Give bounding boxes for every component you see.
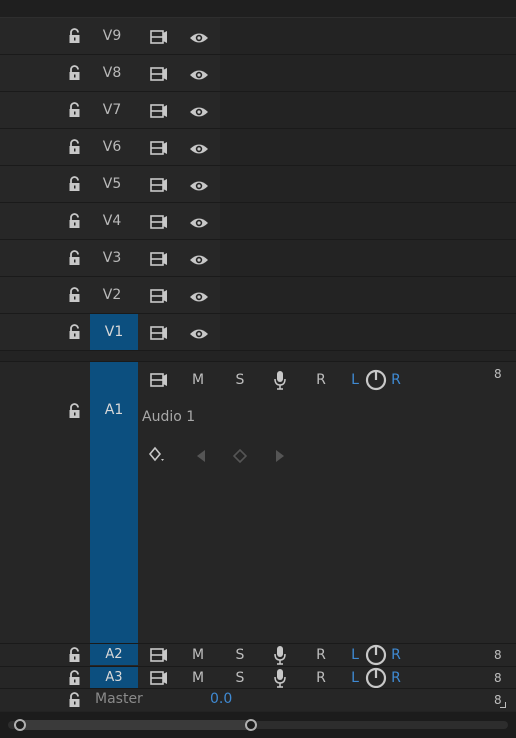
eye-icon[interactable] xyxy=(189,215,209,234)
track-name[interactable]: V2 xyxy=(88,277,136,313)
track-name[interactable]: V9 xyxy=(88,18,136,54)
track-name-selected[interactable]: A3 xyxy=(90,667,138,688)
eye-icon[interactable] xyxy=(189,326,209,345)
keyframe-icon[interactable] xyxy=(232,448,248,467)
eye-icon[interactable] xyxy=(189,104,209,123)
record-button[interactable]: R xyxy=(313,670,329,686)
sync-lock-icon[interactable] xyxy=(150,140,168,159)
eye-icon[interactable] xyxy=(189,141,209,160)
pan-knob-icon[interactable] xyxy=(365,369,387,395)
video-track-v7[interactable]: V7 xyxy=(0,92,516,129)
record-button[interactable]: R xyxy=(313,372,329,388)
lock-icon[interactable] xyxy=(68,28,82,44)
sync-lock-icon[interactable] xyxy=(150,66,168,85)
mute-button[interactable]: M xyxy=(190,647,206,663)
sync-lock-icon[interactable] xyxy=(150,647,168,666)
track-name[interactable]: V5 xyxy=(88,166,136,202)
track-name-selected[interactable]: V1 xyxy=(90,314,138,350)
eye-icon[interactable] xyxy=(189,67,209,86)
zoom-scrollbar[interactable] xyxy=(0,712,516,738)
track-name[interactable]: V7 xyxy=(88,92,136,128)
prev-keyframe-icon[interactable] xyxy=(195,448,207,467)
lock-icon[interactable] xyxy=(68,213,82,229)
panel-top-strip xyxy=(0,0,516,18)
video-track-v5[interactable]: V5 xyxy=(0,166,516,203)
scrollbar-thumb[interactable] xyxy=(14,720,254,730)
sync-lock-icon[interactable] xyxy=(150,214,168,233)
video-track-v4[interactable]: V4 xyxy=(0,203,516,240)
lock-icon[interactable] xyxy=(68,65,82,81)
solo-button[interactable]: S xyxy=(232,647,248,663)
track-name[interactable]: V3 xyxy=(88,240,136,276)
track-name[interactable]: A1 xyxy=(90,402,138,418)
video-track-v6[interactable]: V6 xyxy=(0,129,516,166)
master-label: Master xyxy=(95,691,143,707)
sync-lock-icon[interactable] xyxy=(150,288,168,307)
record-button[interactable]: R xyxy=(313,647,329,663)
pan-right-label: R xyxy=(391,647,401,663)
meter-value: 8 xyxy=(494,671,502,685)
track-name[interactable]: V4 xyxy=(88,203,136,239)
track-label[interactable]: Audio 1 xyxy=(142,409,195,425)
solo-button[interactable]: S xyxy=(232,372,248,388)
eye-icon[interactable] xyxy=(189,289,209,308)
pan-left-label: L xyxy=(351,647,359,663)
lock-icon[interactable] xyxy=(68,403,82,419)
scroll-handle-left[interactable] xyxy=(14,719,26,731)
keyframe-add-icon[interactable] xyxy=(148,446,168,468)
master-track[interactable]: Master 0.0 8 xyxy=(0,688,516,711)
sync-lock-icon[interactable] xyxy=(150,325,168,344)
track-name[interactable]: V6 xyxy=(88,129,136,165)
master-volume-value[interactable]: 0.0 xyxy=(210,691,232,707)
pan-left-label: L xyxy=(351,372,359,388)
sync-lock-icon[interactable] xyxy=(150,372,168,391)
video-track-v1[interactable]: V1 xyxy=(0,314,516,351)
mute-button[interactable]: M xyxy=(190,372,206,388)
pan-right-label: R xyxy=(391,372,401,388)
pan-right-label: R xyxy=(391,670,401,686)
lock-icon[interactable] xyxy=(68,692,82,708)
eye-icon[interactable] xyxy=(189,178,209,197)
eye-icon[interactable] xyxy=(189,252,209,271)
meter-value: 8 xyxy=(494,648,502,662)
lock-icon[interactable] xyxy=(68,287,82,303)
pan-left-label: L xyxy=(351,670,359,686)
lock-icon[interactable] xyxy=(68,176,82,192)
lock-icon[interactable] xyxy=(68,102,82,118)
video-track-v9[interactable]: V9 xyxy=(0,18,516,55)
next-keyframe-icon[interactable] xyxy=(274,448,286,467)
lock-icon[interactable] xyxy=(68,670,82,686)
sync-lock-icon[interactable] xyxy=(150,103,168,122)
sync-lock-icon[interactable] xyxy=(150,251,168,270)
lock-icon[interactable] xyxy=(68,139,82,155)
video-track-v2[interactable]: V2 xyxy=(0,277,516,314)
audio-track-a2[interactable]: A2 M S R L R 8 xyxy=(0,643,516,666)
audio-track-a1[interactable]: A1 M S R L R 8 Audio 1 xyxy=(0,361,516,644)
track-name[interactable]: V8 xyxy=(88,55,136,91)
meter-value: 8 xyxy=(494,367,502,381)
video-track-v8[interactable]: V8 xyxy=(0,55,516,92)
audio-track-a3[interactable]: A3 M S R L R 8 xyxy=(0,666,516,689)
sync-lock-icon[interactable] xyxy=(150,670,168,689)
lock-icon[interactable] xyxy=(68,250,82,266)
video-track-v3[interactable]: V3 xyxy=(0,240,516,277)
resize-grip-icon[interactable] xyxy=(500,702,506,708)
sync-lock-icon[interactable] xyxy=(150,177,168,196)
solo-button[interactable]: S xyxy=(232,670,248,686)
sync-lock-icon[interactable] xyxy=(150,29,168,48)
scroll-handle-right[interactable] xyxy=(245,719,257,731)
mic-icon[interactable] xyxy=(273,370,287,394)
lock-icon[interactable] xyxy=(68,647,82,663)
lock-icon[interactable] xyxy=(68,324,82,340)
mute-button[interactable]: M xyxy=(190,670,206,686)
track-name-selected[interactable]: A2 xyxy=(90,644,138,665)
eye-icon[interactable] xyxy=(189,30,209,49)
